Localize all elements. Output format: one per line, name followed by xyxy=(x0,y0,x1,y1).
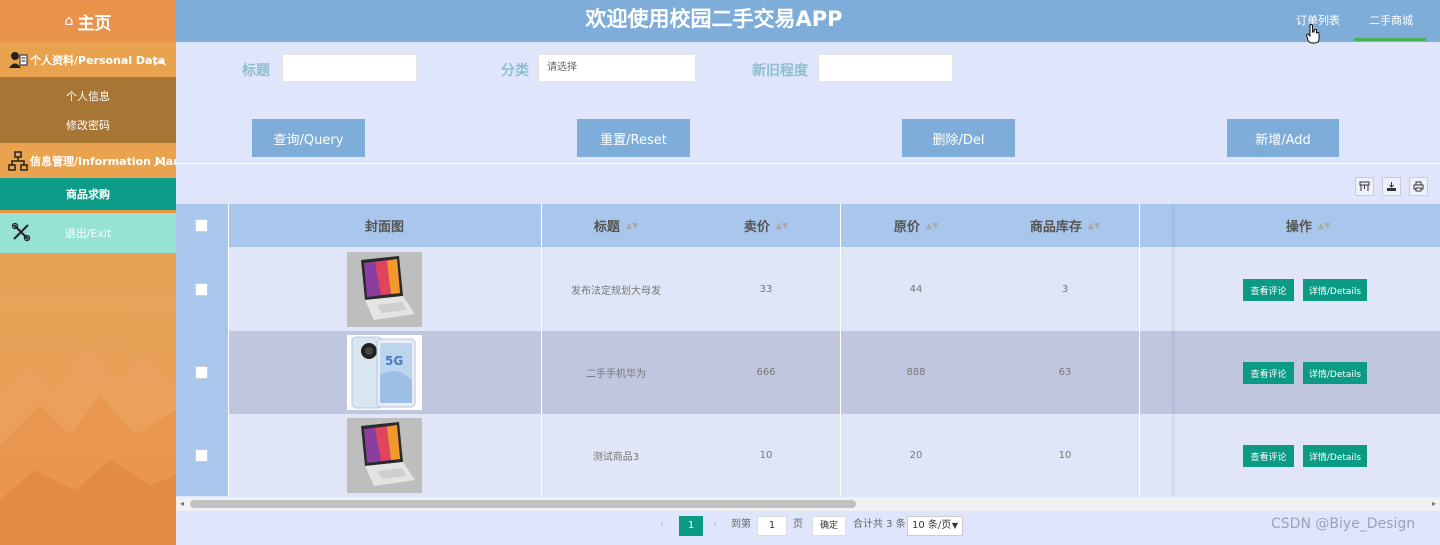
title-search-input[interactable] xyxy=(282,54,417,82)
sidebar-item-change-password[interactable]: 修改密码 xyxy=(0,110,176,139)
export-icon[interactable] xyxy=(1382,177,1401,196)
view-comments-button[interactable]: 查看评论 xyxy=(1243,279,1294,301)
cell-stock: 3 xyxy=(1061,284,1069,295)
product-laptop-image xyxy=(347,252,422,327)
sort-icon: ▲▼ xyxy=(775,221,789,230)
add-button[interactable]: 新增/Add xyxy=(1227,119,1339,157)
checkbox-column xyxy=(176,204,228,496)
details-button[interactable]: 详情/Details xyxy=(1303,362,1367,384)
sidebar-exit[interactable]: 退出/Exit xyxy=(0,213,176,253)
condition-label: 新旧程度 xyxy=(752,63,808,79)
top-header: 欢迎使用校园二手交易APP 订单列表 二手商城 xyxy=(176,0,1440,42)
view-comments-button[interactable]: 查看评论 xyxy=(1243,362,1294,384)
prev-page-icon[interactable]: ‹ xyxy=(660,515,664,535)
sidebar-group-label: 个人资料/Personal Data xyxy=(30,53,166,67)
reset-button[interactable]: 重置/Reset xyxy=(577,119,690,157)
cell-title: 测试商品3 xyxy=(592,452,640,463)
category-label: 分类 xyxy=(501,63,529,79)
column-header-stock[interactable]: 商品库存 ▲▼ xyxy=(991,204,1139,247)
sidebar: ⌂ 主页 个人资料/Personal Data ︿ 个人信息 修改密码 信息管理… xyxy=(0,0,176,545)
home-icon: ⌂ xyxy=(64,13,74,29)
sidebar-home-label: 主页 xyxy=(77,13,112,34)
sort-icon: ▲▼ xyxy=(925,221,939,230)
cell-title: 发布法定规划大母发 xyxy=(571,286,661,297)
print-icon[interactable] xyxy=(1409,177,1428,196)
watermark: CSDN @Biye_Design xyxy=(1271,516,1416,532)
row-checkbox[interactable] xyxy=(195,366,208,379)
app-title: 欢迎使用校园二手交易APP xyxy=(585,7,843,31)
cell-original-price: 20 xyxy=(909,450,923,461)
table-row: 发布法定规划大母发 33 44 3 查看评论 详情/Details xyxy=(176,248,1440,331)
cell-price: 33 xyxy=(759,284,773,295)
details-button[interactable]: 详情/Details xyxy=(1303,445,1367,467)
condition-search-input[interactable] xyxy=(818,54,953,82)
details-button[interactable]: 详情/Details xyxy=(1303,279,1367,301)
page-size-select[interactable]: 10 条/页 ▼ xyxy=(907,516,963,536)
goods-table: 封面图 标题 ▲▼ 卖价 ▲▼ 原价 ▲▼ 商品库存 ▲▼ 操作 ▲▼ 发布法定规划大母发… xyxy=(176,204,1440,496)
category-select[interactable]: 请选择 xyxy=(538,54,696,82)
query-button[interactable]: 查询/Query xyxy=(252,119,365,157)
active-nav-indicator xyxy=(1354,38,1426,41)
cell-stock: 10 xyxy=(1058,450,1072,461)
table-row: 5G 二手手机华为 666 888 63 查看评论 详情/Details xyxy=(176,331,1440,414)
sidebar-item-profile[interactable]: 个人信息 xyxy=(0,81,176,110)
sidebar-home[interactable]: ⌂ 主页 xyxy=(0,0,176,42)
confirm-page-button[interactable]: 确定 xyxy=(812,516,846,536)
horizontal-scrollbar[interactable]: ◂ ▸ xyxy=(176,497,1440,511)
current-page-button[interactable]: 1 xyxy=(679,516,703,536)
nav-second-hand-market[interactable]: 二手商城 xyxy=(1369,12,1413,28)
table-row: 测试商品3 10 20 10 查看评论 详情/Details xyxy=(176,414,1440,496)
cell-price: 666 xyxy=(756,367,776,378)
column-header-price[interactable]: 卖价 ▲▼ xyxy=(691,204,841,247)
title-label: 标题 xyxy=(242,63,270,79)
delete-button[interactable]: 删除/Del xyxy=(902,119,1015,157)
row-checkbox[interactable] xyxy=(195,449,208,462)
cell-stock: 63 xyxy=(1058,367,1072,378)
product-laptop-image xyxy=(347,418,422,493)
page-label: 页 xyxy=(793,519,803,530)
columns-filter-icon[interactable] xyxy=(1355,177,1374,196)
sidebar-item-goods-request[interactable]: 商品求购 xyxy=(0,178,176,210)
cell-original-price: 44 xyxy=(909,284,923,295)
column-header-original-price[interactable]: 原价 ▲▼ xyxy=(841,204,991,247)
hand-cursor-icon xyxy=(1306,24,1320,44)
sidebar-group-info[interactable]: 信息管理/Information Manage ︿ xyxy=(0,143,176,178)
search-panel: 标题 分类 请选择 新旧程度 查询/Query 重置/Reset 删除/Del … xyxy=(176,42,1440,162)
product-phone-image: 5G xyxy=(347,335,422,410)
scrollbar-thumb[interactable] xyxy=(190,500,856,508)
cell-price: 10 xyxy=(759,450,773,461)
scroll-right-icon[interactable]: ▸ xyxy=(1432,499,1436,508)
scroll-left-icon[interactable]: ◂ xyxy=(180,499,184,508)
sort-icon: ▲▼ xyxy=(1087,221,1101,230)
chevron-up-icon: ︿ xyxy=(153,53,166,67)
select-all-checkbox[interactable] xyxy=(195,219,208,232)
sidebar-submenu-personal: 个人信息 修改密码 xyxy=(0,77,176,143)
column-header-cover: 封面图 xyxy=(364,220,404,235)
sidebar-group-personal[interactable]: 个人资料/Personal Data ︿ xyxy=(0,42,176,77)
sort-icon: ▲▼ xyxy=(625,221,639,230)
view-comments-button[interactable]: 查看评论 xyxy=(1243,445,1294,467)
next-page-icon[interactable]: › xyxy=(713,515,717,535)
cell-original-price: 888 xyxy=(906,367,926,378)
sitemap-icon xyxy=(8,150,28,171)
chevron-up-icon: ︿ xyxy=(153,154,166,168)
phone-5g-badge: 5G xyxy=(385,354,403,368)
exit-tools-icon xyxy=(11,222,31,242)
goto-page-input[interactable]: 1 xyxy=(757,516,787,536)
total-count: 合计共 3 条 xyxy=(853,519,906,530)
mountain-background xyxy=(0,345,176,545)
sort-icon: ▲▼ xyxy=(1317,221,1331,230)
sidebar-submenu-info: 商品求购 xyxy=(0,178,176,210)
cell-title: 二手手机华为 xyxy=(586,369,646,380)
chevron-down-icon: ▼ xyxy=(951,521,958,530)
table-header: 封面图 标题 ▲▼ 卖价 ▲▼ 原价 ▲▼ 商品库存 ▲▼ 操作 ▲▼ xyxy=(176,204,1440,247)
row-checkbox[interactable] xyxy=(195,283,208,296)
column-header-title[interactable]: 标题 ▲▼ xyxy=(541,204,691,247)
goto-label: 到第 xyxy=(731,519,751,530)
column-header-actions[interactable]: 操作 ▲▼ xyxy=(1176,204,1440,247)
user-card-icon xyxy=(9,51,28,68)
